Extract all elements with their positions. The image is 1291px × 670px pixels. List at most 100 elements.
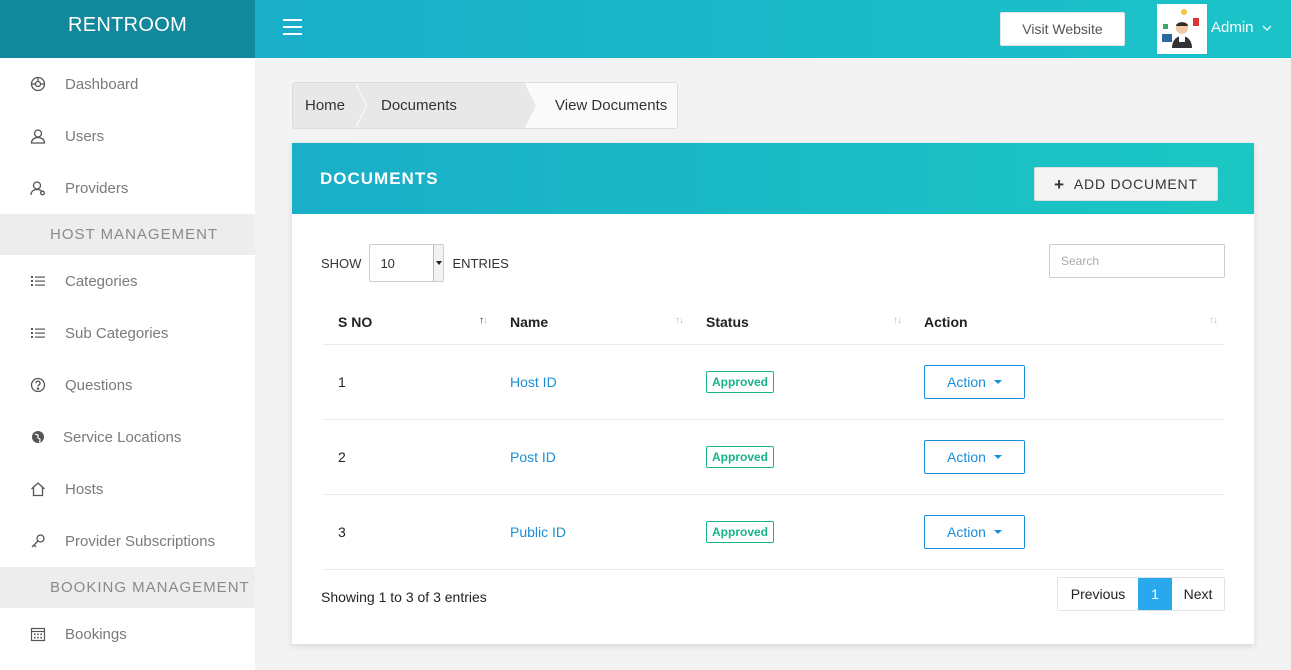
search-input[interactable]	[1049, 244, 1225, 278]
document-link[interactable]: Host ID	[510, 374, 557, 390]
action-dropdown-button[interactable]: Action	[924, 514, 1025, 549]
sidebar-item-dashboard[interactable]: Dashboard	[0, 58, 255, 110]
sidebar-item-provider-subscriptions[interactable]: Provider Subscriptions	[0, 515, 255, 567]
caret-down-icon	[993, 529, 1002, 534]
status-badge: Approved	[706, 445, 775, 468]
caret-down-icon	[993, 454, 1002, 459]
sidebar-item-sub-categories[interactable]: Sub Categories	[0, 307, 255, 359]
dashboard-icon	[30, 76, 46, 92]
cell-name: Post ID	[495, 419, 691, 495]
cell-sno: 1	[323, 344, 495, 420]
action-label: Action	[947, 448, 986, 465]
cell-action: Action	[909, 494, 1225, 570]
sidebar-item-label: Dashboard	[65, 75, 139, 93]
column-header-status[interactable]: Status ↑↓	[691, 301, 909, 345]
document-link[interactable]: Public ID	[510, 524, 566, 540]
entries-control: SHOW 10 ENTRIES	[321, 244, 509, 282]
list-icon	[30, 273, 46, 289]
user-menu[interactable]: Admin	[1211, 19, 1272, 36]
plus-icon: +	[1054, 174, 1065, 194]
question-icon	[30, 377, 46, 393]
visit-website-button[interactable]: Visit Website	[1000, 12, 1125, 46]
document-link[interactable]: Post ID	[510, 449, 556, 465]
user-icon	[30, 128, 46, 144]
column-label: S NO	[338, 314, 373, 331]
pagination-page-1[interactable]: 1	[1138, 578, 1172, 610]
sidebar-item-categories[interactable]: Categories	[0, 255, 255, 307]
table-row: 2 Post ID Approved Action	[323, 419, 1225, 495]
sidebar-item-bookings[interactable]: Bookings	[0, 608, 255, 660]
sidebar-item-label: Provider Subscriptions	[65, 532, 216, 550]
sidebar-item-users[interactable]: Users	[0, 110, 255, 162]
cell-status: Approved	[691, 344, 909, 420]
column-header-name[interactable]: Name ↑↓	[495, 301, 691, 345]
show-label: SHOW	[321, 255, 362, 271]
sidebar: Dashboard Users Providers HOST MANAGEMEN…	[0, 58, 255, 670]
user-name: Admin	[1211, 19, 1254, 36]
dropdown-arrow-icon	[433, 245, 444, 281]
cell-sno: 3	[323, 494, 495, 570]
cell-sno: 2	[323, 419, 495, 495]
status-badge: Approved	[706, 370, 775, 393]
sort-asc-icon: ↑↓	[479, 315, 488, 326]
add-document-label: ADD DOCUMENT	[1073, 176, 1198, 192]
provider-icon	[30, 180, 46, 196]
list-icon	[30, 325, 46, 341]
sidebar-item-service-locations[interactable]: Service Locations	[0, 411, 255, 463]
globe-icon	[30, 429, 46, 445]
card-header: DOCUMENTS + ADD DOCUMENT	[292, 143, 1254, 214]
action-label: Action	[947, 373, 986, 390]
sidebar-item-label: Service Locations	[63, 428, 182, 446]
column-label: Action	[924, 314, 968, 331]
breadcrumb-documents[interactable]: Documents	[355, 83, 537, 128]
entries-select[interactable]: 10	[369, 244, 445, 282]
sidebar-item-label: Categories	[65, 272, 138, 290]
documents-card: DOCUMENTS + ADD DOCUMENT SHOW 10 ENTRIES…	[292, 143, 1254, 644]
breadcrumb-current: View Documents	[525, 83, 678, 128]
documents-table: S NO ↑↓ Name ↑↓ Status ↑↓ Action ↑↓ 1 Ho…	[323, 301, 1225, 570]
breadcrumb-documents-label: Documents	[381, 97, 457, 114]
cell-status: Approved	[691, 419, 909, 495]
pagination: Previous 1 Next	[1057, 577, 1225, 611]
sidebar-item-hosts[interactable]: Hosts	[0, 463, 255, 515]
sidebar-item-label: Providers	[65, 179, 129, 197]
brand-logo[interactable]: RENTROOM	[0, 0, 255, 58]
sidebar-item-label: Questions	[65, 376, 133, 394]
entries-label: ENTRIES	[452, 255, 509, 271]
column-header-sno[interactable]: S NO ↑↓	[323, 301, 495, 345]
table-row: 3 Public ID Approved Action	[323, 494, 1225, 570]
section-booking-management: BOOKING MANAGEMENT	[0, 567, 255, 608]
sidebar-item-providers[interactable]: Providers	[0, 162, 255, 214]
column-header-action[interactable]: Action ↑↓	[909, 301, 1225, 345]
avatar[interactable]	[1157, 4, 1207, 54]
sort-icon: ↑↓	[893, 315, 902, 326]
calendar-icon	[30, 626, 46, 642]
breadcrumb-home[interactable]: Home	[293, 83, 367, 128]
action-dropdown-button[interactable]: Action	[924, 364, 1025, 399]
add-document-button[interactable]: + ADD DOCUMENT	[1034, 167, 1218, 201]
action-dropdown-button[interactable]: Action	[924, 439, 1025, 474]
breadcrumb-home-label: Home	[305, 97, 346, 114]
menu-toggle-icon[interactable]	[283, 19, 302, 35]
status-badge: Approved	[706, 520, 775, 543]
key-icon	[30, 533, 46, 549]
section-host-management: HOST MANAGEMENT	[0, 214, 255, 255]
entries-value: 10	[380, 255, 395, 271]
action-label: Action	[947, 523, 986, 540]
breadcrumb: Home Documents View Documents	[292, 82, 679, 129]
sort-icon: ↑↓	[1209, 315, 1218, 326]
sidebar-item-label: Sub Categories	[65, 324, 169, 342]
cell-name: Public ID	[495, 494, 691, 570]
cell-name: Host ID	[495, 344, 691, 420]
card-title: DOCUMENTS	[320, 169, 439, 188]
pagination-previous[interactable]: Previous	[1058, 578, 1138, 610]
table-row: 1 Host ID Approved Action	[323, 344, 1225, 420]
sidebar-item-questions[interactable]: Questions	[0, 359, 255, 411]
sidebar-item-label: Hosts	[65, 480, 104, 498]
cell-status: Approved	[691, 494, 909, 570]
table-info: Showing 1 to 3 of 3 entries	[321, 589, 487, 605]
top-bar: Visit Website Admin	[255, 0, 1291, 58]
column-label: Name	[510, 314, 549, 331]
sort-icon: ↑↓	[675, 315, 684, 326]
pagination-next[interactable]: Next	[1172, 578, 1224, 610]
